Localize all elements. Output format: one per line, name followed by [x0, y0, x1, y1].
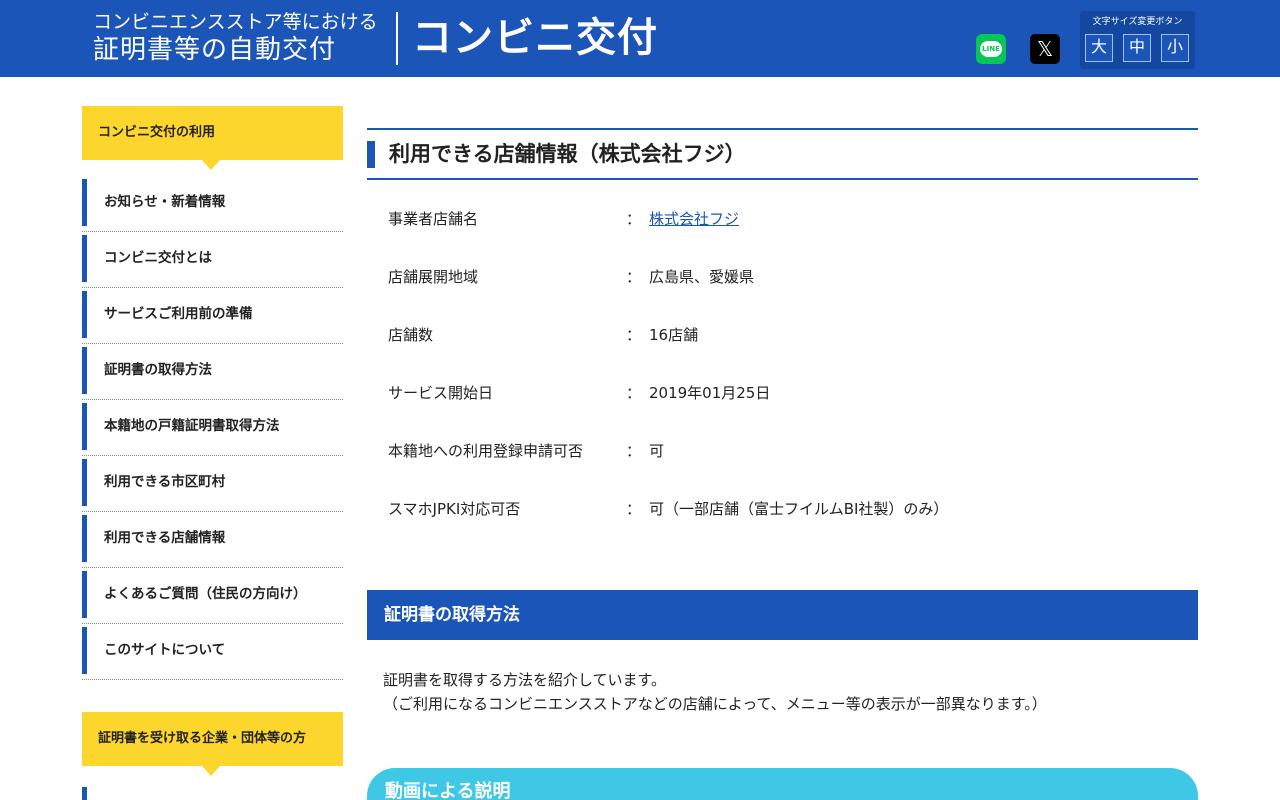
sidebar-item-label[interactable]: 証明書の取得方法	[104, 344, 212, 396]
page-title: 利用できる店舗情報（株式会社フジ）	[389, 142, 746, 166]
font-size-medium-button[interactable]: 中	[1123, 34, 1151, 62]
line-share-button[interactable]: LINE	[976, 34, 1006, 64]
sidebar-item-marker	[82, 627, 87, 674]
section-text-line2: （ご利用になるコンビニエンスストアなどの店舗によって、メニュー等の表示が一部異な…	[383, 695, 1047, 713]
title-accent-bar	[367, 141, 375, 168]
font-size-small-button[interactable]: 小	[1161, 34, 1189, 62]
site-logo-title[interactable]: コンビニ交付	[412, 14, 658, 62]
font-size-switcher: 文字サイズ変更ボタン 大 中 小	[1080, 11, 1195, 69]
x-icon: 𝕏	[1036, 37, 1054, 61]
info-row-start-date: サービス開始日 ： 2019年01月25日	[367, 364, 1198, 422]
section-text-line1: 証明書を取得する方法を紹介しています。	[383, 671, 667, 689]
sidebar-section-title: コンビニ交付の利用	[98, 125, 216, 140]
info-value: 可（一部店舗（富士フイルムBI社製）のみ）	[649, 500, 949, 518]
info-row-smartphone-jpki: スマホJPKI対応可否 ： 可（一部店舗（富士フイルムBI社製）のみ）	[367, 480, 1198, 538]
x-share-button[interactable]: 𝕏	[1030, 34, 1060, 64]
store-name-link[interactable]: 株式会社フジ	[649, 210, 739, 228]
sidebar-nav: お知らせ・新着情報 コンビニ交付とは サービスご利用前の準備 証明書の取得方法 …	[82, 176, 343, 680]
info-row-store-name: 事業者店舗名 ： 株式会社フジ	[367, 190, 1198, 248]
sidebar-item-label[interactable]: 利用できる店舗情報	[104, 512, 225, 564]
info-colon: ：	[626, 442, 642, 460]
sidebar-item-marker	[82, 571, 87, 618]
store-info-table: 事業者店舗名 ： 株式会社フジ 店舗展開地域 ： 広島県、愛媛県 店舗数 ： 1…	[367, 190, 1198, 538]
section-description: 証明書を取得する方法を紹介しています。 （ご利用になるコンビニエンスストアなどの…	[383, 668, 1047, 716]
sidebar-section-title: 証明書を受け取る企業・団体等の方	[98, 731, 307, 746]
font-size-large-button[interactable]: 大	[1085, 34, 1113, 62]
sidebar-item-label[interactable]: このサイトについて	[104, 624, 225, 676]
sidebar-item-partial[interactable]	[82, 784, 343, 800]
site-header: コンビニエンスストア等における 証明書等の自動交付 コンビニ交付 LINE 𝕏 …	[0, 0, 1280, 77]
sidebar-item-label[interactable]: 利用できる市区町村	[104, 456, 225, 508]
section-title: 証明書の取得方法	[384, 605, 520, 625]
info-key: 本籍地への利用登録申請可否	[388, 442, 584, 460]
video-section-header[interactable]: 動画による説明	[367, 768, 1198, 800]
info-colon: ：	[626, 384, 642, 402]
sidebar-section-header-companies: 証明書を受け取る企業・団体等の方	[82, 712, 343, 776]
sidebar-item-preparation[interactable]: サービスご利用前の準備	[82, 288, 343, 344]
sidebar-item-label[interactable]: お知らせ・新着情報	[104, 176, 225, 228]
sidebar-item-label[interactable]: よくあるご質問（住民の方向け）	[104, 568, 307, 620]
font-size-label: 文字サイズ変更ボタン	[1092, 17, 1183, 27]
page-title-block: 利用できる店舗情報（株式会社フジ）	[367, 128, 1198, 180]
sidebar-item-marker	[82, 291, 87, 338]
sidebar-item-marker	[82, 515, 87, 562]
sidebar-item-faq[interactable]: よくあるご質問（住民の方向け）	[82, 568, 343, 624]
info-row-area: 店舗展開地域 ： 広島県、愛媛県	[367, 248, 1198, 306]
sidebar-item-news[interactable]: お知らせ・新着情報	[82, 176, 343, 232]
info-key: 事業者店舗名	[388, 210, 479, 228]
site-subtitle-line2[interactable]: 証明書等の自動交付	[93, 34, 336, 66]
info-colon: ：	[626, 326, 642, 344]
info-value: 広島県、愛媛県	[649, 268, 755, 286]
header-divider	[396, 12, 398, 65]
sidebar-item-family-register[interactable]: 本籍地の戸籍証明書取得方法	[82, 400, 343, 456]
info-row-store-count: 店舗数 ： 16店舗	[367, 306, 1198, 364]
info-key: 店舗展開地域	[388, 268, 479, 286]
info-colon: ：	[626, 210, 642, 228]
info-value: 可	[649, 442, 665, 460]
info-value: 株式会社フジ	[649, 190, 739, 248]
sidebar-item-about[interactable]: コンビニ交付とは	[82, 232, 343, 288]
info-key: サービス開始日	[388, 384, 494, 402]
sidebar-item-marker	[82, 235, 87, 282]
info-colon: ：	[626, 268, 642, 286]
sidebar-item-how-to-obtain[interactable]: 証明書の取得方法	[82, 344, 343, 400]
sidebar-item-marker	[82, 787, 87, 800]
sidebar-item-marker	[82, 459, 87, 506]
sidebar-item-label[interactable]: サービスご利用前の準備	[104, 288, 253, 340]
down-arrow-icon	[202, 766, 220, 776]
sidebar-item-municipalities[interactable]: 利用できる市区町村	[82, 456, 343, 512]
site-subtitle-line1[interactable]: コンビニエンスストア等における	[93, 11, 378, 33]
sidebar-item-about-site[interactable]: このサイトについて	[82, 624, 343, 680]
info-value: 16店舗	[649, 326, 699, 344]
sidebar-item-marker	[82, 179, 87, 226]
info-key: 店舗数	[388, 326, 434, 344]
line-icon: LINE	[980, 41, 1002, 57]
info-value: 2019年01月25日	[649, 384, 771, 402]
sidebar-section-header-usage: コンビニ交付の利用	[82, 106, 343, 170]
sidebar-item-label[interactable]: コンビニ交付とは	[104, 232, 212, 284]
section-header-how-to-obtain: 証明書の取得方法	[367, 590, 1198, 640]
sidebar-item-marker	[82, 347, 87, 394]
video-section-title: 動画による説明	[385, 781, 511, 800]
info-colon: ：	[626, 500, 642, 518]
down-arrow-icon	[202, 160, 220, 170]
info-key: スマホJPKI対応可否	[388, 500, 521, 518]
sidebar-item-stores[interactable]: 利用できる店舗情報	[82, 512, 343, 568]
info-row-registration: 本籍地への利用登録申請可否 ： 可	[367, 422, 1198, 480]
sidebar-item-marker	[82, 403, 87, 450]
sidebar-item-label[interactable]: 本籍地の戸籍証明書取得方法	[104, 400, 280, 452]
